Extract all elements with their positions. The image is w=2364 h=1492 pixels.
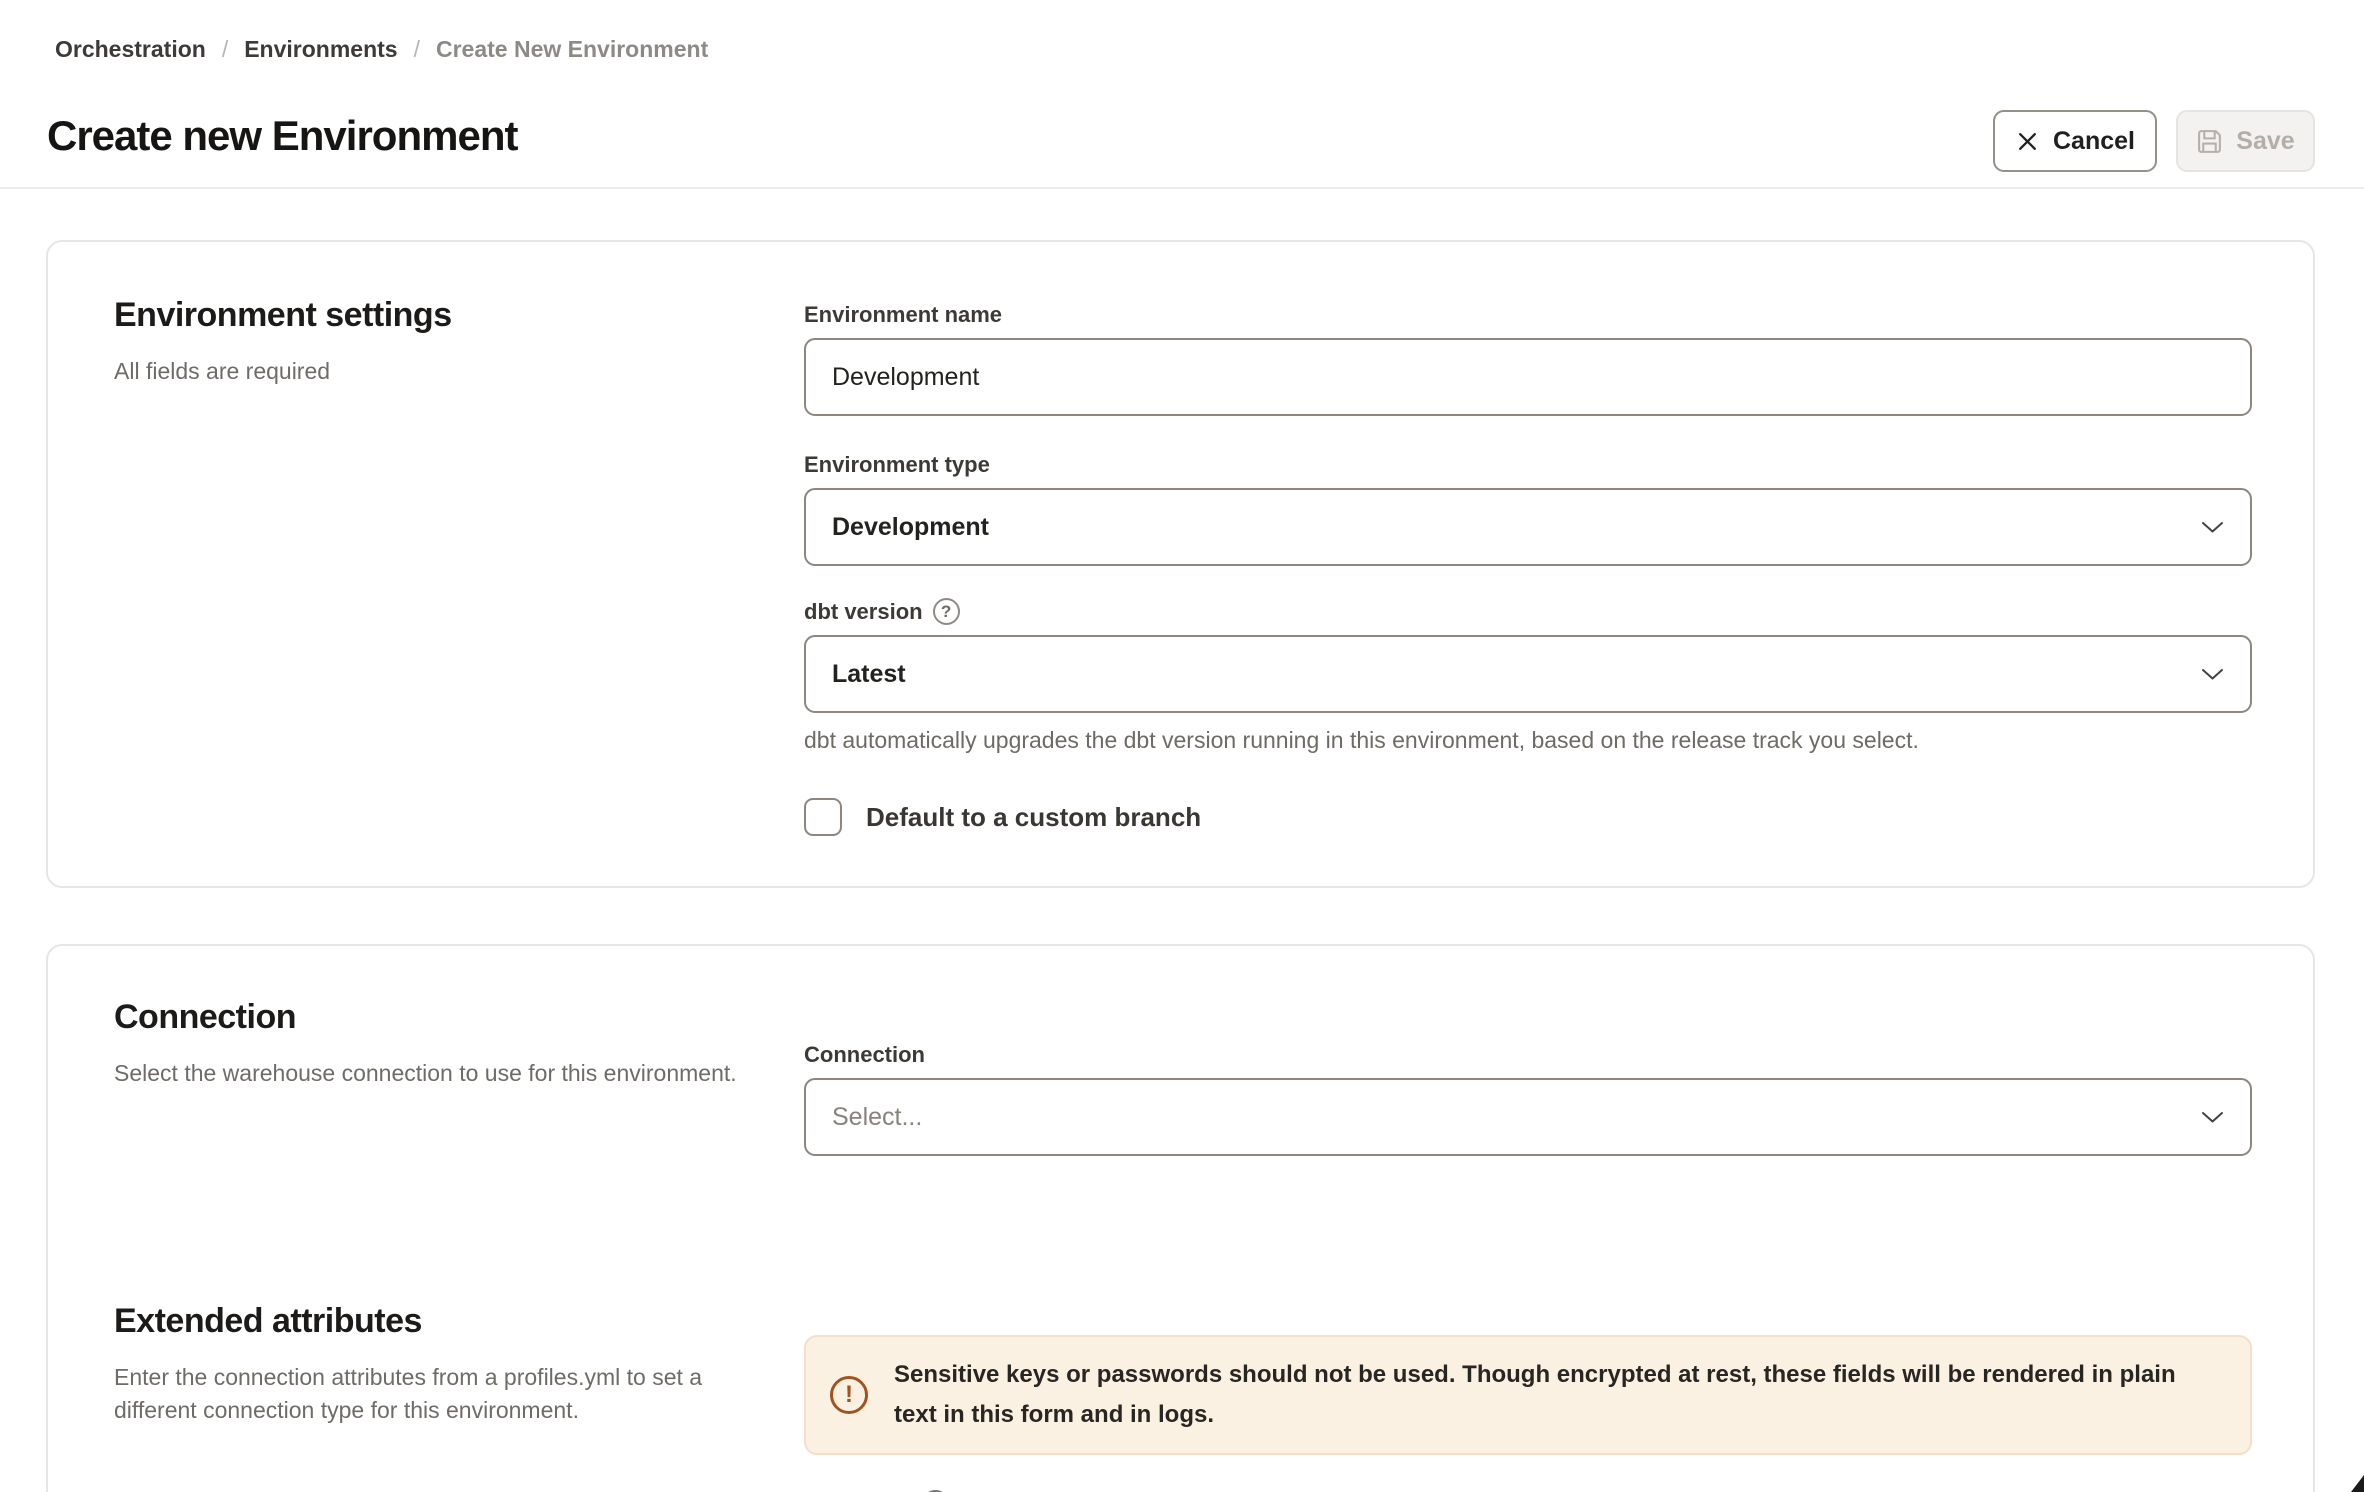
cancel-button[interactable]: Cancel <box>1993 110 2157 172</box>
cancel-button-label: Cancel <box>2053 127 2135 156</box>
connection-select[interactable]: Select... <box>804 1078 2252 1156</box>
connection-subheading: Select the warehouse connection to use f… <box>114 1057 754 1090</box>
connection-intro: Connection Select the warehouse connecti… <box>114 998 754 1090</box>
chevron-down-icon <box>2201 668 2224 681</box>
environment-settings-card: Environment settings All fields are requ… <box>46 240 2315 888</box>
extended-attributes-heading: Extended attributes <box>114 1302 724 1341</box>
breadcrumb-separator: / <box>414 36 420 63</box>
environment-settings-intro: Environment settings All fields are requ… <box>114 296 452 388</box>
header-actions: Cancel Save <box>1993 110 2315 172</box>
dbt-version-value: Latest <box>832 660 906 689</box>
breadcrumb: Orchestration / Environments / Create Ne… <box>55 36 708 63</box>
cursor-artifact <box>2351 1475 2364 1492</box>
environment-settings-form: Environment name Environment type Develo… <box>804 302 2252 836</box>
environment-name-input[interactable] <box>804 338 2252 416</box>
environment-type-label: Environment type <box>804 452 2252 478</box>
extended-attributes-intro: Extended attributes Enter the connection… <box>114 1302 724 1427</box>
dbt-version-label: dbt version <box>804 599 923 625</box>
breadcrumb-separator: / <box>222 36 228 63</box>
environment-settings-subheading: All fields are required <box>114 355 452 388</box>
connection-select-placeholder: Select... <box>832 1103 922 1132</box>
warning-banner: ! Sensitive keys or passwords should not… <box>804 1335 2252 1455</box>
save-icon <box>2196 128 2223 155</box>
help-icon[interactable]: ? <box>933 598 960 625</box>
custom-branch-row: Default to a custom branch <box>804 798 2252 836</box>
page-title: Create new Environment <box>47 112 517 160</box>
extended-attributes-warning: ! Sensitive keys or passwords should not… <box>804 1335 2252 1455</box>
dbt-version-helper-text: dbt automatically upgrades the dbt versi… <box>804 727 2252 754</box>
close-icon <box>2015 129 2040 154</box>
connection-select-label: Connection <box>804 1042 2252 1068</box>
dbt-version-label-row: dbt version ? <box>804 598 2252 625</box>
dbt-version-select[interactable]: Latest <box>804 635 2252 713</box>
extended-attributes-subheading: Enter the connection attributes from a p… <box>114 1361 724 1427</box>
warning-banner-text: Sensitive keys or passwords should not b… <box>894 1355 2222 1435</box>
connection-form: Connection Select... <box>804 1042 2252 1156</box>
breadcrumb-item-orchestration[interactable]: Orchestration <box>55 36 206 63</box>
environment-settings-heading: Environment settings <box>114 296 452 335</box>
environment-type-value: Development <box>832 513 989 542</box>
environment-name-label: Environment name <box>804 302 2252 328</box>
custom-branch-label: Default to a custom branch <box>866 802 1201 833</box>
save-button-label: Save <box>2236 127 2294 156</box>
save-button[interactable]: Save <box>2176 110 2315 172</box>
header-divider <box>0 187 2364 189</box>
custom-branch-checkbox[interactable] <box>804 798 842 836</box>
warning-icon: ! <box>830 1376 868 1414</box>
chevron-down-icon <box>2201 521 2224 534</box>
connection-heading: Connection <box>114 998 754 1037</box>
breadcrumb-item-environments[interactable]: Environments <box>244 36 397 63</box>
chevron-down-icon <box>2201 1111 2224 1124</box>
connection-card: Connection Select the warehouse connecti… <box>46 944 2315 1492</box>
breadcrumb-item-create-new-environment: Create New Environment <box>436 36 708 63</box>
environment-type-select[interactable]: Development <box>804 488 2252 566</box>
